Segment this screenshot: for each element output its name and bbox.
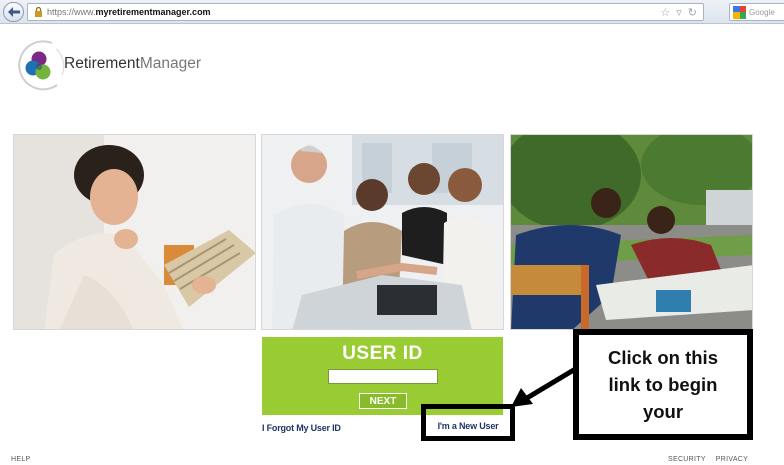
instruction-callout: Click on this link to begin your xyxy=(573,329,753,440)
callout-line: link to begin xyxy=(608,374,718,395)
new-user-highlight-box: I'm a New User xyxy=(421,404,515,441)
address-bar[interactable]: https://www. myretirementmanager.com ☆ ▿ … xyxy=(27,3,704,21)
photo-carpenters xyxy=(510,134,753,330)
dropdown-icon[interactable]: ▿ xyxy=(676,6,682,19)
privacy-link[interactable]: PRIVACY xyxy=(716,456,748,463)
logo-mark-icon xyxy=(18,40,65,91)
callout-line: Click on this xyxy=(608,347,718,368)
new-user-link[interactable]: I'm a New User xyxy=(438,421,499,431)
login-title: USER ID xyxy=(342,343,423,364)
logo-text-retirement: Retirement xyxy=(64,55,140,72)
back-button[interactable] xyxy=(3,2,24,22)
search-box[interactable]: Google xyxy=(729,3,784,21)
footer-links: SECURITY PRIVACY xyxy=(668,456,748,463)
back-arrow-icon xyxy=(7,7,20,17)
photo-woman-reading xyxy=(13,134,256,330)
url-prefix: https://www. xyxy=(47,7,96,17)
browser-toolbar: https://www. myretirementmanager.com ☆ ▿ … xyxy=(0,0,784,24)
photo-business-meeting xyxy=(261,134,504,330)
security-link[interactable]: SECURITY xyxy=(668,456,706,463)
logo-text-manager: Manager xyxy=(139,55,201,72)
user-id-input[interactable] xyxy=(328,369,438,384)
google-icon xyxy=(733,5,746,19)
callout-line: your xyxy=(642,401,684,422)
next-button[interactable]: NEXT xyxy=(359,393,407,409)
retirement-manager-logo[interactable]: RetirementManager xyxy=(12,37,201,95)
help-link[interactable]: HELP xyxy=(11,456,31,463)
bookmark-star-icon[interactable]: ☆ xyxy=(660,6,670,19)
forgot-user-id-link[interactable]: I Forgot My User ID xyxy=(262,423,341,433)
url-domain: myretirementmanager.com xyxy=(95,7,211,17)
search-placeholder: Google xyxy=(749,7,775,17)
reload-icon[interactable]: ↻ xyxy=(688,6,697,19)
lock-icon xyxy=(31,4,45,20)
